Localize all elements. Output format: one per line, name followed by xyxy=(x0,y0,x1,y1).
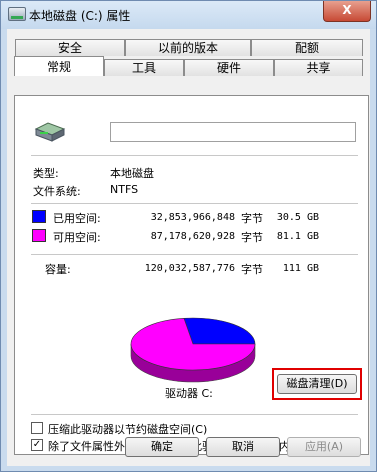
tab-previous-versions[interactable]: 以前的版本 xyxy=(125,39,251,56)
free-space-gb: 81.1 GB xyxy=(276,231,319,242)
tab-general[interactable]: 常规 xyxy=(14,56,104,76)
tab-quota[interactable]: 配额 xyxy=(251,39,363,56)
disk-usage-pie-chart xyxy=(130,317,256,383)
properties-window: 本地磁盘 (C:) 属性 X 安全 以前的版本 配额 常规 工具 硬件 共享 类… xyxy=(0,0,377,472)
cancel-button[interactable]: 取消 xyxy=(206,437,280,457)
drive-caption: 驱动器 C: xyxy=(165,387,213,400)
capacity-bytes: 120,032,587,776 xyxy=(144,263,235,274)
capacity-gb: 111 GB xyxy=(282,263,319,274)
disk-cleanup-button[interactable]: 磁盘清理(D) xyxy=(277,374,357,394)
tab-sharing[interactable]: 共享 xyxy=(274,59,363,76)
separator xyxy=(31,203,358,204)
close-button[interactable]: X xyxy=(323,1,371,22)
drive-icon xyxy=(8,7,26,21)
capacity-label: 容量: xyxy=(45,263,71,276)
type-value: 本地磁盘 xyxy=(110,167,154,180)
capacity-unit: 字节 xyxy=(241,263,263,276)
tab-security[interactable]: 安全 xyxy=(15,39,125,56)
drive-name-input[interactable] xyxy=(110,122,356,142)
ok-button[interactable]: 确定 xyxy=(125,437,199,457)
separator xyxy=(31,155,358,156)
free-space-unit: 字节 xyxy=(241,231,263,244)
free-space-swatch xyxy=(32,229,46,242)
tab-hardware[interactable]: 硬件 xyxy=(184,59,274,76)
filesystem-label: 文件系统: xyxy=(33,185,81,198)
free-space-bytes: 87,178,620,928 xyxy=(150,231,235,242)
filesystem-value: NTFS xyxy=(110,183,139,196)
used-space-bytes: 32,853,966,848 xyxy=(150,212,235,223)
compress-checkbox[interactable] xyxy=(31,422,43,434)
used-space-unit: 字节 xyxy=(241,212,263,225)
window-title: 本地磁盘 (C:) 属性 xyxy=(29,9,131,23)
apply-button[interactable]: 应用(A) xyxy=(287,437,361,457)
separator xyxy=(31,254,358,255)
separator xyxy=(31,414,358,415)
tab-tools[interactable]: 工具 xyxy=(104,59,184,76)
general-panel: 类型: 本地磁盘 文件系统: NTFS 已用空间: 32,853,966,848… xyxy=(14,95,369,455)
type-label: 类型: xyxy=(33,167,59,180)
free-space-label: 可用空间: xyxy=(53,231,101,244)
compress-label: 压缩此驱动器以节约磁盘空间(C) xyxy=(48,423,208,436)
hard-drive-icon xyxy=(34,122,66,142)
title-bar: 本地磁盘 (C:) 属性 X xyxy=(1,1,376,29)
pie-slice-used xyxy=(183,317,256,345)
dialog-client: 安全 以前的版本 配额 常规 工具 硬件 共享 类型: 本地磁盘 文件系统: N… xyxy=(7,29,370,466)
used-space-gb: 30.5 GB xyxy=(276,212,319,223)
used-space-swatch xyxy=(32,210,46,223)
used-space-label: 已用空间: xyxy=(53,212,101,225)
index-checkbox[interactable]: ✓ xyxy=(31,439,43,451)
